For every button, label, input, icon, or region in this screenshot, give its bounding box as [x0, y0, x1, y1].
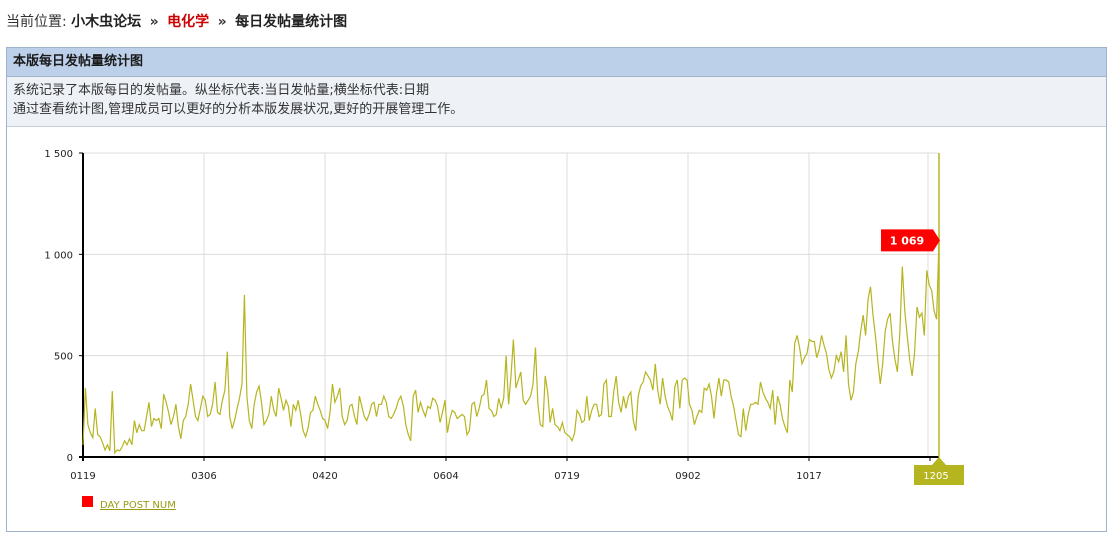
breadcrumb: 当前位置: 小木虫论坛 » 电化学 » 每日发帖量统计图 — [6, 11, 347, 31]
daily-post-chart: 0 500 1 000 1 500 0119 0306 0420 0604 0719 0902 10… — [44, 149, 964, 511]
x-tick-label: 0420 — [312, 471, 337, 482]
description-line-1: 系统记录了本版每日的发帖量。纵坐标代表:当日发帖量;横坐标代表:日期 — [13, 83, 430, 98]
highlight-x-label: 1205 — [923, 471, 948, 482]
x-tick-label: 0719 — [554, 471, 579, 482]
series-line-day-post-num — [82, 240, 940, 455]
chart-area: 0 500 1 000 1 500 0119 0306 0420 0604 0719 0902 10… — [0, 133, 1107, 533]
x-tick-label: 0604 — [433, 471, 458, 482]
panel-description: 系统记录了本版每日的发帖量。纵坐标代表:当日发帖量;横坐标代表:日期 通过查看统… — [7, 77, 1106, 127]
legend-label[interactable]: DAY POST NUM — [100, 500, 176, 511]
x-tick-label: 0119 — [70, 471, 95, 482]
y-tick-label: 500 — [54, 352, 73, 363]
breadcrumb-prefix: 当前位置: — [6, 14, 67, 30]
x-tick-label: 1017 — [796, 471, 821, 482]
breadcrumb-current: 每日发帖量统计图 — [235, 14, 348, 30]
panel-title: 本版每日发帖量统计图 — [7, 48, 1106, 77]
breadcrumb-home-link[interactable]: 小木虫论坛 — [71, 14, 141, 30]
x-tick-label: 0306 — [191, 471, 216, 482]
value-tooltip-label: 1 069 — [890, 234, 924, 247]
breadcrumb-forum-link[interactable]: 电化学 — [167, 14, 209, 30]
legend-marker — [82, 496, 93, 507]
breadcrumb-separator: » — [149, 14, 159, 30]
y-tick-label: 1 000 — [44, 250, 73, 261]
x-tick-label: 0902 — [675, 471, 700, 482]
breadcrumb-separator: » — [217, 14, 227, 30]
y-tick-label: 1 500 — [44, 149, 73, 160]
y-tick-label: 0 — [67, 453, 73, 464]
description-line-2: 通过查看统计图,管理成员可以更好的分析本版发展状况,更好的开展管理工作。 — [13, 102, 464, 117]
